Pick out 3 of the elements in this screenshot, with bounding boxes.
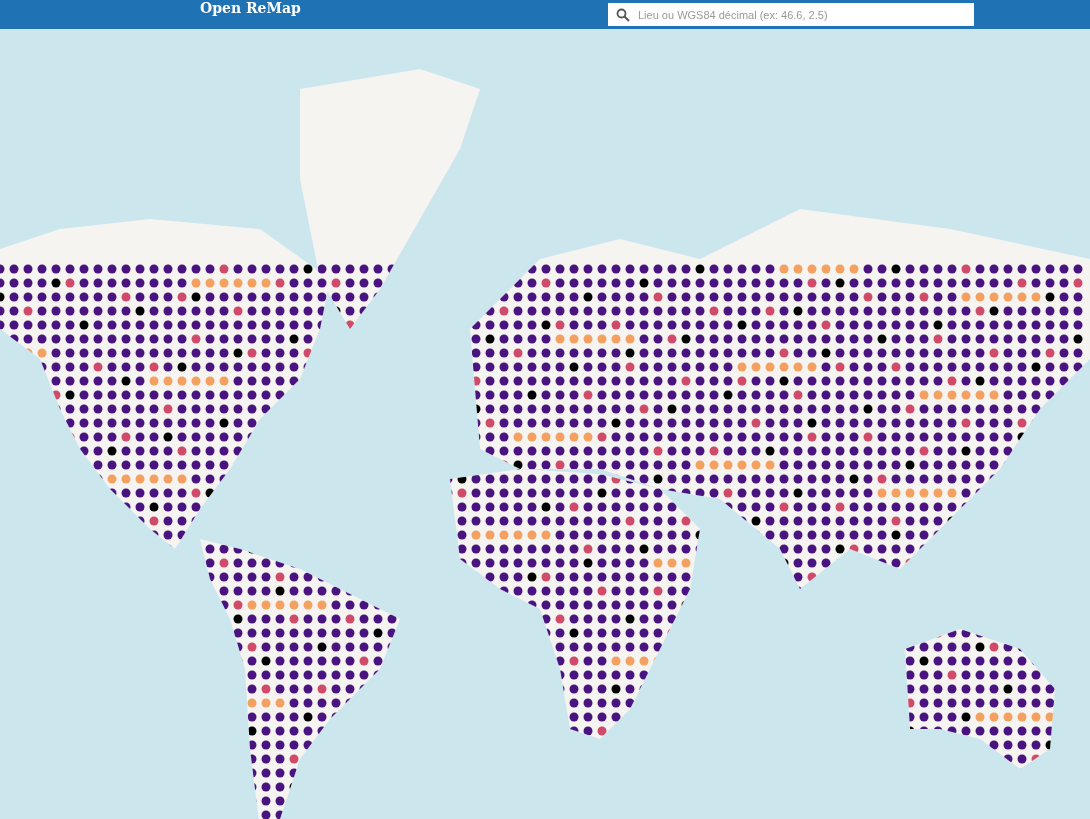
app-title: Open ReMap [200, 0, 301, 16]
world-map-drawing[interactable] [0, 29, 1090, 819]
search-field[interactable]: Lieu ou WGS84 décimal (ex: 46.6, 2.5) [608, 3, 974, 26]
